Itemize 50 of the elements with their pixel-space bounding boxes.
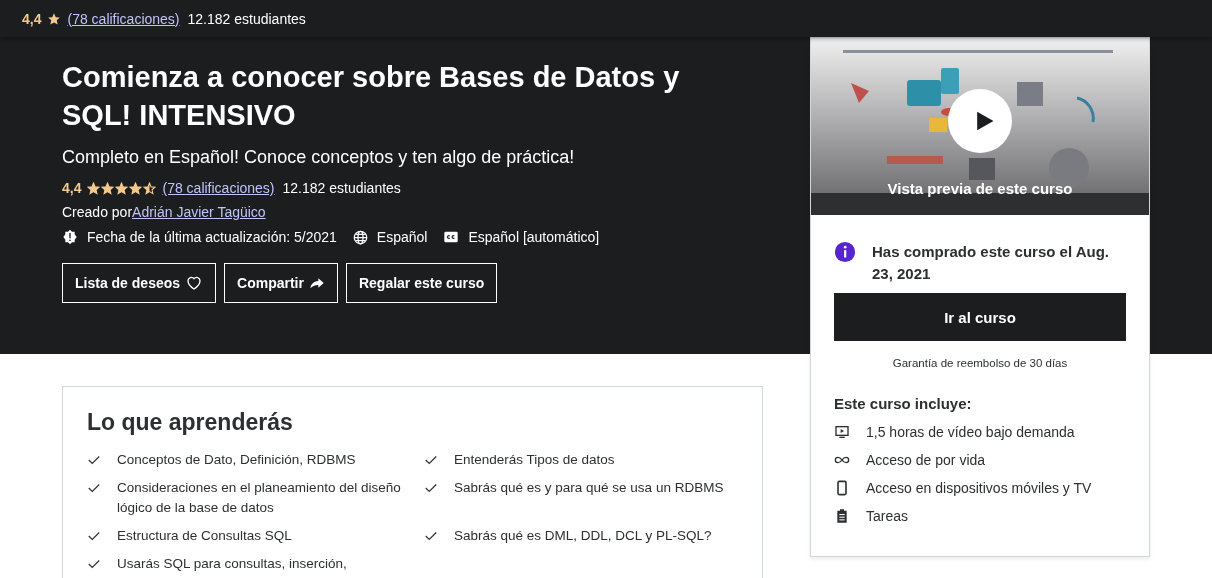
course-title: Comienza a conocer sobre Bases de Datos y SQL! INTENSIVO xyxy=(62,60,681,133)
learn-item: Sabrás qué es y para qué se usa un RDBMS xyxy=(454,479,724,497)
check-icon xyxy=(87,453,101,467)
alert-badge-icon xyxy=(62,229,78,245)
gift-button[interactable]: Regalar este curso xyxy=(345,263,498,303)
phone-icon xyxy=(834,480,850,496)
heart-icon xyxy=(185,274,204,292)
ratings-link[interactable]: (78 calificaciones) xyxy=(162,180,275,196)
preview-caption: Vista previa de este curso xyxy=(886,180,1074,197)
course-subtitle: Completo en Español! Conoce conceptos y ten algo de práctica! xyxy=(62,146,576,169)
meta-text: Español xyxy=(376,229,428,245)
star-icon xyxy=(47,11,62,26)
learn-item: Entenderás Tipos de datos xyxy=(454,451,615,469)
students-count: 12.182 estudiantes xyxy=(187,10,306,27)
share-button[interactable]: Compartir xyxy=(224,263,338,303)
includes-item: Acceso en dispositivos móviles y TV xyxy=(866,480,1092,496)
check-icon xyxy=(87,557,101,571)
share-arrow-icon xyxy=(308,275,325,291)
rating-value: 4,4 xyxy=(22,10,42,27)
learn-item: Usarás SQL para consultas, inserción, xyxy=(117,555,347,573)
wishlist-button[interactable]: Lista de deseos xyxy=(62,263,217,303)
check-icon xyxy=(424,481,438,495)
learn-item: Conceptos de Dato, Definición, RDBMS xyxy=(117,451,356,469)
meta-text: Español [automático] xyxy=(468,229,600,245)
purchase-notice: Has comprado este curso el Aug. 23, 2021 xyxy=(872,242,1110,284)
rating-value: 4,4 xyxy=(62,180,82,196)
students-count: 12.182 estudiantes xyxy=(282,180,401,196)
includes-item: 1,5 horas de vídeo bajo demanda xyxy=(866,424,1075,440)
guarantee-text: Garantía de reembolso de 30 días xyxy=(891,357,1069,369)
globe-icon xyxy=(352,229,368,245)
check-icon xyxy=(87,481,101,495)
includes-item: Acceso de por vida xyxy=(866,452,986,468)
info-icon xyxy=(834,241,856,263)
created-by-label: Creado por xyxy=(62,204,133,220)
video-icon xyxy=(834,424,850,440)
closed-captions-icon xyxy=(443,229,460,245)
includes-item: Tareas xyxy=(866,508,909,524)
learn-item: Consideraciones en el planeamiento del diseño lógico de la base de datos xyxy=(117,479,402,517)
section-title: Lo que aprenderás xyxy=(87,409,294,436)
ratings-link[interactable]: (78 calificaciones) xyxy=(67,10,180,27)
check-icon xyxy=(424,529,438,543)
includes-title: Este curso incluye: xyxy=(834,395,973,412)
learn-item: Sabrás qué es DML, DDL, DCL y PL-SQL? xyxy=(454,527,712,545)
check-icon xyxy=(87,529,101,543)
meta-text: Fecha de la última actualización: 5/2021 xyxy=(87,229,337,245)
author-link[interactable]: Adrián Javier Tagüico xyxy=(132,204,266,220)
go-to-course-button[interactable]: Ir al curso xyxy=(834,293,1126,341)
learn-item: Estructura de Consultas SQL xyxy=(117,527,292,545)
clipboard-icon xyxy=(834,508,850,524)
check-icon xyxy=(424,453,438,467)
